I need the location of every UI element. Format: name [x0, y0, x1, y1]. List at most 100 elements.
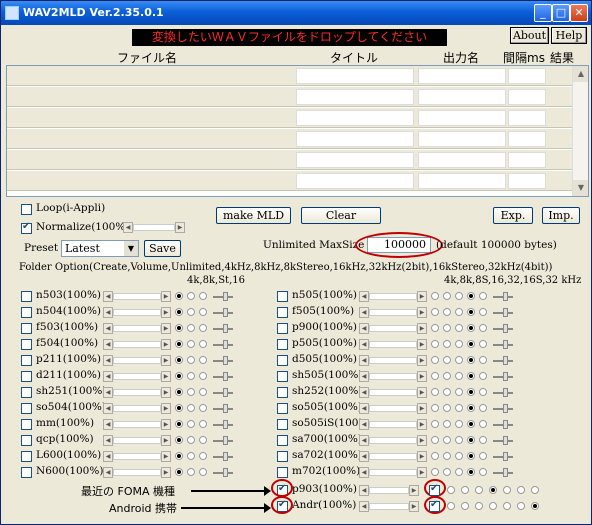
right-device-rate-radio[interactable]	[443, 420, 451, 428]
right-device-rate-radio[interactable]	[455, 324, 463, 332]
left-device-checkbox[interactable]	[21, 339, 32, 350]
right-device-volume-slider[interactable]: ◀ ▶	[359, 339, 427, 350]
import-button[interactable]: Imp.	[542, 207, 580, 224]
left-device-mini-thumb[interactable]	[223, 452, 228, 461]
minimize-icon[interactable]: _	[534, 4, 552, 22]
right-device-volume-slider[interactable]: ◀ ▶	[359, 419, 427, 430]
right-device-rate-radio[interactable]	[443, 308, 451, 316]
rate-radio[interactable]	[531, 502, 539, 510]
right-device-rate-radio[interactable]	[443, 404, 451, 412]
column-header-title[interactable]: タイトル	[330, 49, 378, 66]
right-device-rate-radio[interactable]	[479, 436, 487, 444]
right-device-rate-radio[interactable]	[443, 388, 451, 396]
left-device-rate-radio[interactable]	[175, 340, 183, 348]
left-device-mini-thumb[interactable]	[223, 324, 228, 333]
left-device-rate-radio[interactable]	[199, 420, 207, 428]
left-device-rate-radio[interactable]	[199, 372, 207, 380]
rate-radio[interactable]	[461, 502, 469, 510]
right-device-rate-radio[interactable]	[443, 452, 451, 460]
left-device-checkbox[interactable]	[21, 291, 32, 302]
right-device-rate-radio[interactable]	[479, 404, 487, 412]
left-device-rate-radio[interactable]	[175, 292, 183, 300]
right-device-rate-radio[interactable]	[455, 452, 463, 460]
right-device-checkbox[interactable]	[277, 403, 288, 414]
right-device-rate-radio[interactable]	[455, 436, 463, 444]
left-device-rate-radio[interactable]	[187, 308, 195, 316]
left-device-mini-thumb[interactable]	[223, 292, 228, 301]
left-device-rate-radio[interactable]	[187, 340, 195, 348]
left-device-rate-radio[interactable]	[199, 404, 207, 412]
column-header-file[interactable]: ファイル名	[117, 49, 177, 66]
right-device-checkbox[interactable]	[277, 371, 288, 382]
scroll-down-icon[interactable]: ▼	[573, 180, 588, 196]
left-device-volume-slider[interactable]: ◀ ▶	[103, 403, 171, 414]
p903-option-checkbox[interactable]	[429, 483, 440, 496]
left-device-rate-radio[interactable]	[175, 420, 183, 428]
right-device-rate-radio[interactable]	[443, 356, 451, 364]
left-device-mini-thumb[interactable]	[223, 340, 228, 349]
andr-option-checkbox[interactable]	[429, 499, 440, 512]
rate-radio[interactable]	[489, 486, 497, 494]
right-device-checkbox[interactable]	[277, 355, 288, 366]
left-device-rate-radio[interactable]	[199, 436, 207, 444]
right-device-volume-slider[interactable]: ◀ ▶	[359, 451, 427, 462]
left-device-volume-slider[interactable]: ◀ ▶	[103, 387, 171, 398]
right-device-mini-thumb[interactable]	[503, 308, 508, 317]
right-device-mini-thumb[interactable]	[503, 388, 508, 397]
about-button[interactable]: About	[510, 27, 549, 44]
table-row[interactable]	[7, 87, 573, 107]
rate-radio[interactable]	[475, 502, 483, 510]
left-device-rate-radio[interactable]	[199, 292, 207, 300]
right-device-volume-slider[interactable]: ◀ ▶	[359, 387, 427, 398]
left-device-checkbox[interactable]	[21, 323, 32, 334]
right-device-rate-radio[interactable]	[431, 404, 439, 412]
right-device-rate-radio[interactable]	[431, 372, 439, 380]
left-device-rate-radio[interactable]	[175, 372, 183, 380]
right-device-rate-radio[interactable]	[479, 420, 487, 428]
right-device-mini-thumb[interactable]	[503, 436, 508, 445]
right-device-volume-slider[interactable]: ◀ ▶	[359, 435, 427, 446]
right-device-rate-radio[interactable]	[479, 356, 487, 364]
close-icon[interactable]: ✕	[570, 4, 588, 22]
right-device-volume-slider[interactable]: ◀ ▶	[359, 355, 427, 366]
right-device-rate-radio[interactable]	[455, 372, 463, 380]
left-device-rate-radio[interactable]	[199, 356, 207, 364]
right-device-rate-radio[interactable]	[479, 388, 487, 396]
right-device-rate-radio[interactable]	[479, 324, 487, 332]
rate-radio[interactable]	[461, 486, 469, 494]
left-device-rate-radio[interactable]	[187, 372, 195, 380]
right-device-checkbox[interactable]	[277, 339, 288, 350]
rate-radio[interactable]	[447, 486, 455, 494]
left-device-volume-slider[interactable]: ◀ ▶	[103, 371, 171, 382]
table-row[interactable]	[7, 108, 573, 128]
right-device-volume-slider[interactable]: ◀ ▶	[359, 291, 427, 302]
left-device-mini-thumb[interactable]	[223, 404, 228, 413]
left-device-checkbox[interactable]	[21, 451, 32, 462]
left-device-volume-slider[interactable]: ◀ ▶	[103, 355, 171, 366]
help-button[interactable]: Help	[551, 27, 587, 44]
right-device-rate-radio[interactable]	[479, 372, 487, 380]
left-device-checkbox[interactable]	[21, 387, 32, 398]
save-button[interactable]: Save	[144, 240, 181, 257]
right-device-rate-radio[interactable]	[455, 308, 463, 316]
right-device-volume-slider[interactable]: ◀ ▶	[359, 307, 427, 318]
right-device-rate-radio[interactable]	[467, 324, 475, 332]
maximize-icon[interactable]: □	[552, 4, 570, 22]
right-device-rate-radio[interactable]	[455, 420, 463, 428]
right-device-rate-radio[interactable]	[455, 468, 463, 476]
right-device-rate-radio[interactable]	[431, 324, 439, 332]
left-device-rate-radio[interactable]	[175, 436, 183, 444]
table-row[interactable]	[7, 129, 573, 149]
right-device-rate-radio[interactable]	[443, 292, 451, 300]
rate-radio[interactable]	[489, 502, 497, 510]
right-device-rate-radio[interactable]	[431, 436, 439, 444]
right-device-rate-radio[interactable]	[467, 452, 475, 460]
left-device-volume-slider[interactable]: ◀ ▶	[103, 307, 171, 318]
right-device-rate-radio[interactable]	[479, 308, 487, 316]
clear-button[interactable]: Clear	[301, 207, 381, 224]
right-device-mini-thumb[interactable]	[503, 356, 508, 365]
right-device-rate-radio[interactable]	[431, 388, 439, 396]
rate-radio[interactable]	[503, 502, 511, 510]
right-device-rate-radio[interactable]	[431, 356, 439, 364]
left-device-rate-radio[interactable]	[187, 468, 195, 476]
